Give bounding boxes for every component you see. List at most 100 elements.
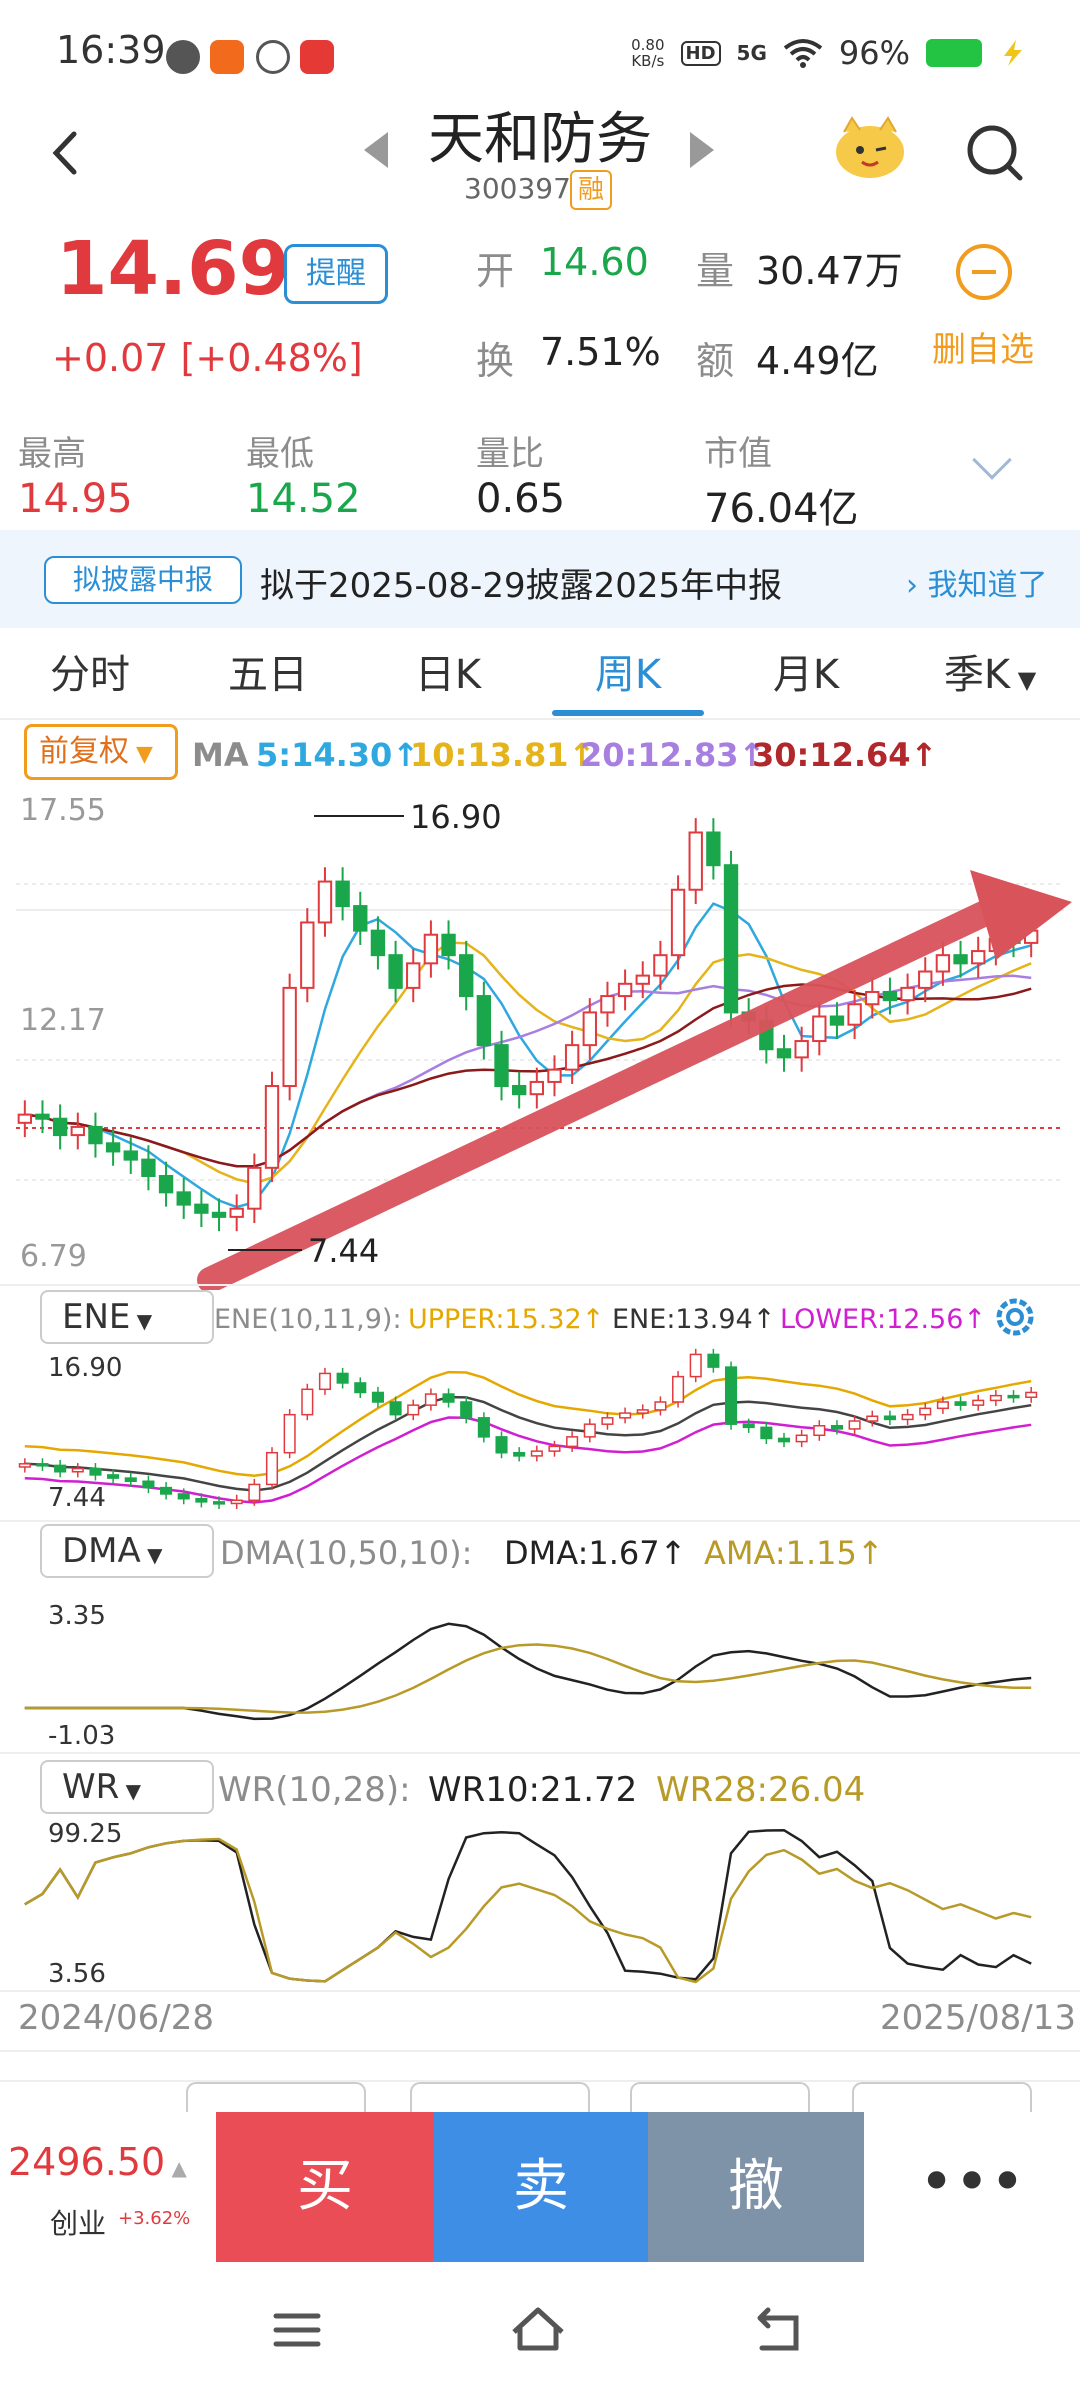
buy-button[interactable]: 买 [216,2112,434,2262]
search-icon[interactable] [960,118,1030,188]
market-cap-label: 市值 [704,434,772,474]
toutiao-icon [300,40,334,74]
wr-indicator-dropdown[interactable]: WR ▼ [40,1760,214,1814]
open-label: 开 [476,249,515,293]
remove-favorite-icon[interactable] [956,244,1012,300]
candle-body [529,1080,545,1096]
settings-gear-icon[interactable] [988,1290,1042,1344]
battery-icon [926,39,982,67]
notice-text: 拟于2025-08-29披露2025年中报 [260,566,783,606]
candle-body [706,831,721,867]
app-icon [210,40,244,74]
back-button[interactable] [40,118,96,188]
tab-monthly-k[interactable]: 月K [716,642,896,700]
hd-icon: HD [680,40,721,66]
ma10-value: 10:13.81↑ [410,736,596,774]
tab-intraday[interactable]: 分时 [0,642,180,700]
candle-body [972,1399,985,1406]
tab-daily-k[interactable]: 日K [358,642,538,700]
index-ticker[interactable] [0,2112,216,2262]
menu-icon[interactable] [272,2310,322,2350]
dma-indicator-dropdown[interactable]: DMA ▼ [40,1524,214,1578]
trend-arrow-annotation [197,870,1072,1290]
dma-y-low: -1.03 [48,1721,115,1750]
adjust-mode-dropdown[interactable]: 前复权 ▼ [24,724,178,780]
candle-body [424,1393,437,1406]
date-end: 2025/08/13 [880,1998,1076,2038]
ene-upper-value: UPPER:15.32↑ [408,1304,605,1335]
candle-body [566,1436,579,1448]
ene-y-high: 16.90 [48,1353,122,1383]
dma-value: DMA:1.67↑ [504,1534,687,1572]
candle-body [442,1393,455,1403]
cancel-order-button[interactable]: 撤 [648,2112,864,2262]
candle-body [141,1158,156,1177]
dma-params: DMA(10,50,10): [220,1534,473,1572]
candle-body [89,1467,102,1476]
ene-indicator-dropdown[interactable]: ENE ▼ [40,1290,214,1344]
tab-quarterly-k[interactable]: 季K ▼ [900,642,1080,700]
candle-body [18,1463,31,1468]
mascot-icon[interactable] [830,112,910,182]
candle-body [354,1382,367,1394]
candle-body [177,1493,190,1500]
candle-body [230,1499,243,1505]
candle-body [724,1366,738,1425]
sell-button[interactable]: 卖 [434,2112,648,2262]
candle-body [88,1125,103,1145]
candle-body [336,1372,349,1384]
notice-ack-button[interactable]: › 我知道了 [906,560,1048,604]
candle-body [35,1113,50,1120]
dma-chart: 3.35 -1.03 [24,1601,1032,1750]
low-label: 最低 [246,434,314,474]
candle-body [847,1003,862,1026]
status-time: 16:39 [56,28,166,72]
margin-trading-badge: 融 [570,170,612,210]
next-stock-button[interactable] [690,132,714,168]
candle-body [760,1426,773,1440]
divider [0,1990,1080,1992]
active-tab-indicator [552,710,704,716]
candle-body [388,954,403,989]
candle-body [707,1353,720,1368]
candle-body [423,933,439,965]
remove-favorite-button[interactable]: 删自选 [932,322,1034,371]
candle-body [300,921,315,989]
candle-body [935,954,951,973]
volume-ratio-value: 0.65 [476,476,566,522]
candle-body [195,1497,208,1503]
back-nav-icon[interactable] [750,2304,806,2354]
more-button[interactable]: ••• [864,2112,1080,2262]
kline-chart[interactable]: 17.55 12.17 6.79 16.90 7.44 [0,790,1080,1290]
candle-body [142,1480,155,1489]
alert-button[interactable]: 提醒 [284,244,388,304]
charging-icon [1004,40,1022,66]
network-icon: 5G [736,41,767,65]
low-value: 14.52 [246,476,361,522]
candle-body [794,1040,809,1059]
candle-body [176,1191,191,1206]
divider [0,1520,1080,1522]
home-icon[interactable] [508,2304,568,2354]
candle-body [194,1203,209,1214]
candle-body [548,1445,561,1452]
candle-body [530,1450,543,1457]
candle-body [689,1353,702,1378]
expand-chevron-icon[interactable] [972,440,1012,480]
candle-body [476,995,492,1047]
ama-value: AMA:1.15↑ [704,1534,884,1572]
candle-body [1025,1391,1038,1398]
y-axis-mid-label: 12.17 [20,1003,106,1038]
tab-weekly-k[interactable]: 周K [538,642,718,700]
dma-line [24,1643,1032,1714]
candle-body [282,986,297,1088]
tab-five-day[interactable]: 五日 [178,642,358,700]
candle-body [672,1375,685,1403]
candle-body [777,1437,791,1443]
high-value: 14.95 [18,476,133,522]
candle-body [407,1404,420,1416]
prev-stock-button[interactable] [364,132,388,168]
price-change: +0.07 [+0.48%] [52,336,363,380]
candle-body [601,1417,614,1425]
candle-body [848,1420,861,1430]
